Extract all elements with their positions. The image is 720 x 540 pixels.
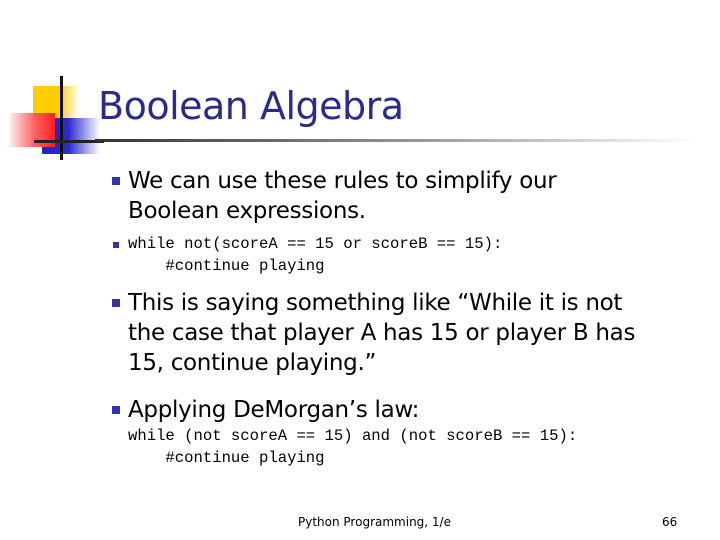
code-line: #continue playing [128,257,325,275]
bullet-marker [113,242,119,248]
title-underline-rule [95,139,695,142]
bullet-text-4: Applying DeMorgan’s law: [128,395,419,425]
logo-vertical-line [60,76,63,160]
bullet-line: 15, continue playing.” [128,350,377,376]
bullet-line: This is saying something like “While it … [128,290,623,316]
bullet-line: We can use these rules to simplify our [128,168,557,194]
logo-horizontal-line [34,140,104,143]
code-line: while (not scoreA == 15) and (not scoreB… [128,427,578,445]
code-snippet-original: while not(scoreA == 15 or scoreB == 15):… [128,233,502,277]
bullet-marker [112,299,120,307]
code-snippet-demorgan: while (not scoreA == 15) and (not scoreB… [128,425,577,469]
slide-title: Boolean Algebra [98,84,404,128]
bullet-line: the case that player A has 15 or player … [128,320,636,346]
page-number: 66 [662,515,678,529]
bullet-marker [112,406,120,414]
bullet-line: Boolean expressions. [128,198,366,224]
footer-text: Python Programming, 1/e [298,515,451,529]
bullet-text-1: We can use these rules to simplify our B… [128,166,557,226]
bullet-text-3: This is saying something like “While it … [128,288,635,378]
bullet-line: Applying DeMorgan’s law: [128,397,420,423]
code-line: while not(scoreA == 15 or scoreB == 15): [128,235,503,253]
slide: Boolean Algebra We can use these rules t… [0,0,720,540]
bullet-marker [112,177,120,185]
code-line: #continue playing [128,449,325,467]
